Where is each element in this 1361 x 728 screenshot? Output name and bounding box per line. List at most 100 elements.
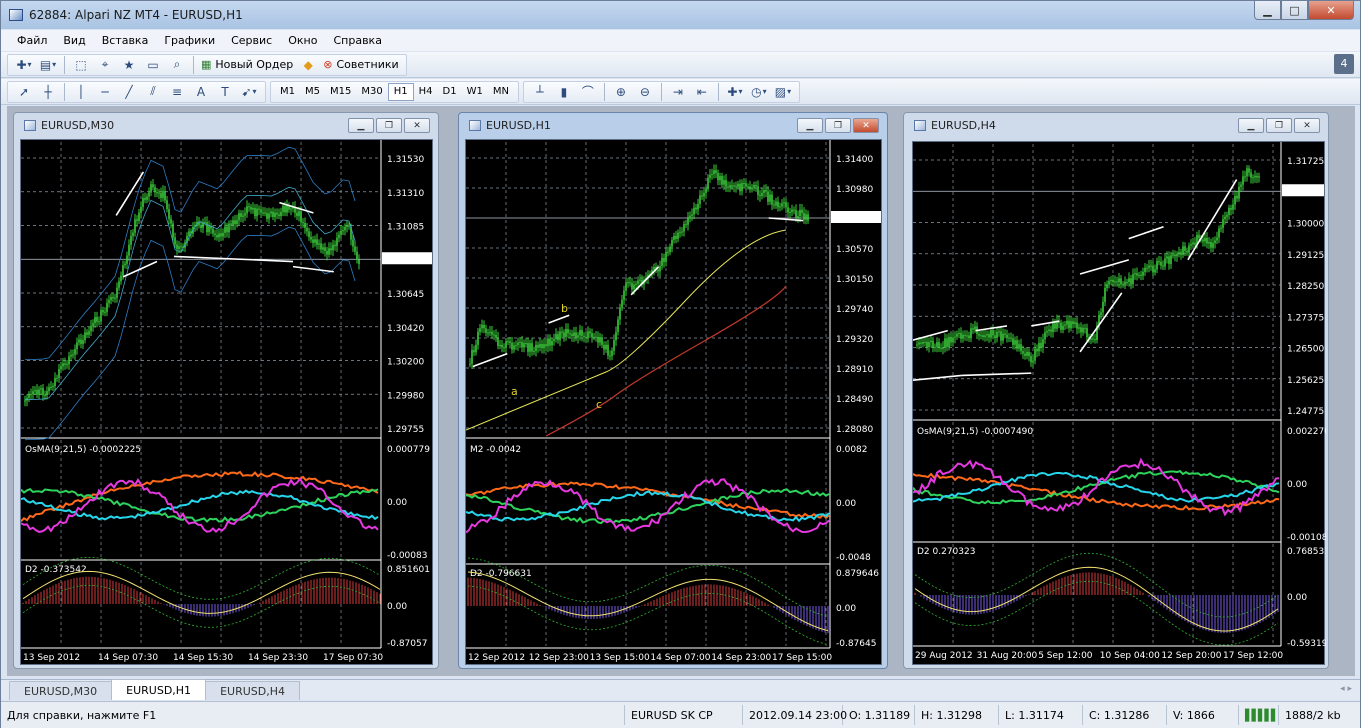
tf-h4[interactable]: H4 [414,83,438,101]
chart-minimize-button[interactable]: ▁ [797,118,823,133]
candle-body [665,251,667,262]
tf-m5[interactable]: M5 [300,83,325,101]
candle-body [1066,320,1068,325]
time-tick-label: 31 Aug 20:00 [977,651,1038,661]
notifications-badge[interactable]: 4 [1334,54,1354,74]
tf-h1[interactable]: H1 [387,82,414,101]
menu-view[interactable]: Вид [55,34,93,47]
chart-canvas-h1[interactable]: 1.314001.309801.308541.305701.301501.297… [465,139,882,665]
menu-file[interactable]: Файл [9,34,55,47]
chart-close-button[interactable]: ✕ [853,118,879,133]
maximize-button[interactable]: □ [1281,1,1308,20]
templates-icon[interactable]: ▨ [772,82,794,102]
bar-chart-icon[interactable]: ┴ [529,82,551,102]
expert-advisors-button[interactable]: ⊗ Советники [320,55,401,75]
vertical-line-icon[interactable]: │ [70,82,92,102]
price-tick-label: 1.31725 [1287,157,1324,167]
crosshair-icon[interactable]: ┼ [37,82,59,102]
strategy-tester-icon[interactable]: ⌕ [166,55,188,75]
tf-m1[interactable]: M1 [275,83,300,101]
chart-window-m30[interactable]: EURUSD,M30 ▁ ❐ ✕ 1.31530 1.31310 1.31085 1.… [13,112,439,669]
tab-eurusd-h1[interactable]: EURUSD,H1 [111,679,207,700]
new-order-button[interactable]: ▦ Новый Ордер [198,55,296,75]
terminal-icon[interactable]: ▭ [142,55,164,75]
time-tick-label: 14 Sep 07:00 [650,653,710,663]
new-chart-icon[interactable]: ✚ [13,55,35,75]
chart-m30-svg[interactable]: 1.315301.313101.310851.308541.306451.304… [20,140,434,666]
arrows-icon[interactable]: ➹ [238,82,260,102]
line-chart-icon[interactable]: ⌒ [577,82,599,102]
candle-body [978,333,980,336]
time-tick-label: 13 Sep 2012 [23,653,80,663]
candle-body [603,344,605,350]
chart-restore-button[interactable]: ❐ [1266,118,1292,133]
fibonacci-icon[interactable]: ≡ [166,82,188,102]
minimize-button[interactable]: ▁ [1254,1,1281,20]
tab-scroll-arrows[interactable]: ◂ ▸ [1340,684,1352,694]
menu-help[interactable]: Справка [325,34,389,47]
trendline-icon[interactable]: ╱ [118,82,140,102]
candle-body [264,212,266,214]
zoom-out-icon[interactable]: ⊖ [634,82,656,102]
candlestick-icon[interactable]: ▮ [553,82,575,102]
candle-body [535,344,537,351]
chart-close-button[interactable]: ✕ [404,118,430,133]
tf-m30[interactable]: M30 [356,83,387,101]
price-tick-label: 1.30420 [387,324,424,334]
candle-body [1008,337,1010,339]
candle-body [1126,281,1128,283]
data-window-icon[interactable]: ⌖ [94,55,116,75]
chart-canvas-h4[interactable]: 1.317251.308541.300001.291251.282501.273… [912,141,1330,666]
tab-eurusd-h4[interactable]: EURUSD,H4 [205,681,300,700]
chart-h1-svg[interactable]: 1.314001.309801.308541.305701.301501.297… [465,140,883,666]
chart-h4-svg[interactable]: 1.317251.308541.300001.291251.282501.273… [912,142,1330,666]
candle-body [1110,279,1112,281]
chart-close-button[interactable]: ✕ [1294,118,1320,133]
chart-restore-button[interactable]: ❐ [376,118,402,133]
candle-body [581,330,583,336]
auto-scroll-icon[interactable]: ⇥ [667,82,689,102]
market-watch-icon[interactable]: ⬚ [70,55,92,75]
navigator-icon[interactable]: ★ [118,55,140,75]
candle-body [1040,342,1042,348]
indicators-icon[interactable]: ✚ [724,82,746,102]
chart-canvas-m30[interactable]: 1.315301.313101.310851.308541.306451.304… [20,139,433,665]
candle-body [807,214,809,221]
menu-charts[interactable]: Графики [156,34,223,47]
tf-m15[interactable]: M15 [325,83,356,101]
candle-body [1198,234,1200,239]
candle-body [1118,278,1120,283]
candle-body [1010,337,1012,339]
menu-window[interactable]: Окно [280,34,325,47]
profiles-icon[interactable]: ▤ [37,55,59,75]
menu-tools[interactable]: Сервис [223,34,280,47]
indicator1-label: M2 -0.0042 [470,445,521,455]
indicator1-label: OsMA(9,21,5) -0.0002225 [25,445,141,455]
connection-icon: ▌▌▌▌▌ [1239,705,1279,725]
equidistant-channel-icon[interactable]: ⫽ [142,82,164,102]
tf-mn[interactable]: MN [488,83,514,101]
chart-minimize-button[interactable]: ▁ [348,118,374,133]
price-tick-label: 1.30645 [387,290,424,300]
close-button[interactable]: ✕ [1308,1,1354,20]
trendline [115,171,145,216]
zoom-in-icon[interactable]: ⊕ [610,82,632,102]
chart-window-h4[interactable]: EURUSD,H4 ▁ ❐ ✕ 1.317251.308541.300001.2… [903,112,1330,669]
metaeditor-icon[interactable]: ◆ [297,55,319,75]
tab-eurusd-m30[interactable]: EURUSD,M30 [9,681,113,700]
candle-body [763,190,765,193]
candle-body [1164,258,1166,267]
chart-shift-icon[interactable]: ⇤ [691,82,713,102]
text-tool[interactable]: A [190,82,212,102]
periods-clock-icon[interactable]: ◷ [748,82,770,102]
menu-insert[interactable]: Вставка [94,34,157,47]
horizontal-line-icon[interactable]: ─ [94,82,116,102]
tf-d1[interactable]: D1 [438,83,462,101]
chart-window-h1[interactable]: EURUSD,H1 ▁ ❐ ✕ 1.314001.309801.308541.3… [458,112,888,669]
chart-minimize-button[interactable]: ▁ [1238,118,1264,133]
candle-body [591,333,593,338]
tf-w1[interactable]: W1 [462,83,488,101]
text-label-icon[interactable]: T [214,82,236,102]
cursor-icon[interactable]: ➚ [13,82,35,102]
chart-restore-button[interactable]: ❐ [825,118,851,133]
